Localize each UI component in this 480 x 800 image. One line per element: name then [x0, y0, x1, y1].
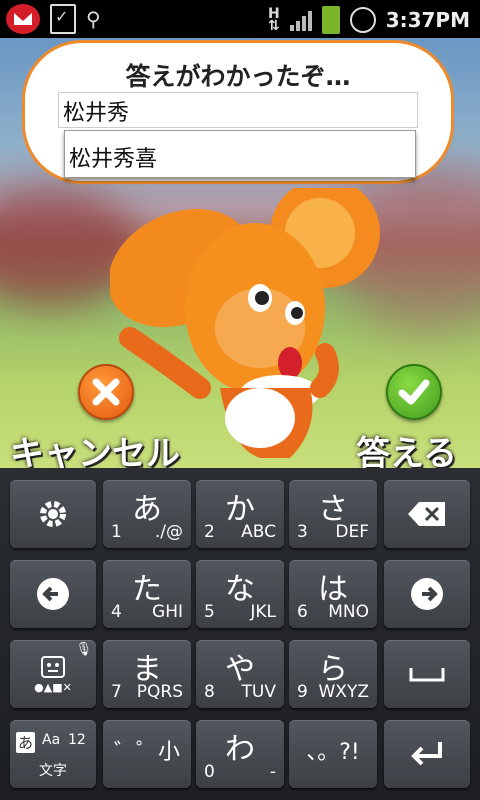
- microphone-icon: 🎙: [75, 642, 92, 657]
- settings-key[interactable]: [10, 480, 96, 548]
- arrow-right-icon: [384, 560, 470, 628]
- cursor-left-key[interactable]: [10, 560, 96, 628]
- enter-icon: [384, 720, 470, 788]
- clipboard-check-icon[interactable]: [50, 4, 76, 34]
- signal-strength-icon: [289, 9, 312, 31]
- alarm-clock-icon: [349, 7, 376, 33]
- answer-button[interactable]: [386, 364, 442, 420]
- key-ka[interactable]: か 2 ABC: [196, 480, 284, 548]
- usb-icon[interactable]: ⚲: [86, 7, 101, 31]
- emoji-key[interactable]: ●▲■✕ 🎙: [10, 640, 96, 708]
- flick-keyboard: あ 1 ./@ か 2 ABC さ 3 DEF た 4 GHI な 5 JKL は 6 MNO ●▲■✕: [0, 468, 480, 800]
- answer-input[interactable]: 松井秀: [58, 92, 418, 128]
- key-ta[interactable]: た 4 GHI: [103, 560, 191, 628]
- key-wa[interactable]: わ0-: [196, 720, 284, 788]
- key-ha[interactable]: は 6 MNO: [289, 560, 377, 628]
- answer-label[interactable]: 答える: [356, 426, 457, 468]
- key-ra[interactable]: ら 9 WXYZ: [289, 640, 377, 708]
- status-bar: ⚲ H⇅ 3:37PM: [0, 0, 480, 38]
- key-ya[interactable]: や 8 TUV: [196, 640, 284, 708]
- space-icon: [384, 640, 470, 708]
- cross-icon: [92, 378, 120, 406]
- dakuten-key[interactable]: ゛゜小: [103, 720, 191, 788]
- gear-icon: [10, 480, 96, 548]
- space-key[interactable]: [384, 640, 470, 708]
- key-na[interactable]: な 5 JKL: [196, 560, 284, 628]
- backspace-icon: [384, 480, 470, 548]
- battery-charging-icon: [321, 6, 340, 34]
- backspace-key[interactable]: [384, 480, 470, 548]
- clock: 3:37PM: [385, 8, 470, 32]
- game-scene: 答えがわかったぞ… 松井秀 松井秀喜 キャンセル 答える: [0, 38, 480, 468]
- punctuation-key[interactable]: 、。?!: [289, 720, 377, 788]
- key-a[interactable]: あ 1 ./@: [103, 480, 191, 548]
- cursor-right-key[interactable]: [384, 560, 470, 628]
- cancel-button[interactable]: [78, 364, 134, 420]
- mail-notification-icon[interactable]: [6, 4, 40, 34]
- key-sa[interactable]: さ 3 DEF: [289, 480, 377, 548]
- arrow-left-icon: [10, 560, 96, 628]
- network-type-icon: H ⇅: [267, 6, 280, 34]
- autocomplete-suggestion[interactable]: 松井秀喜: [64, 130, 416, 178]
- key-ma[interactable]: ま 7 PQRS: [103, 640, 191, 708]
- cancel-label[interactable]: キャンセル: [10, 426, 180, 468]
- check-icon: [398, 379, 430, 405]
- input-mode-key[interactable]: あ Aa 12 文字: [10, 720, 96, 788]
- enter-key[interactable]: [384, 720, 470, 788]
- prompt-text: 答えがわかったぞ…: [125, 62, 351, 91]
